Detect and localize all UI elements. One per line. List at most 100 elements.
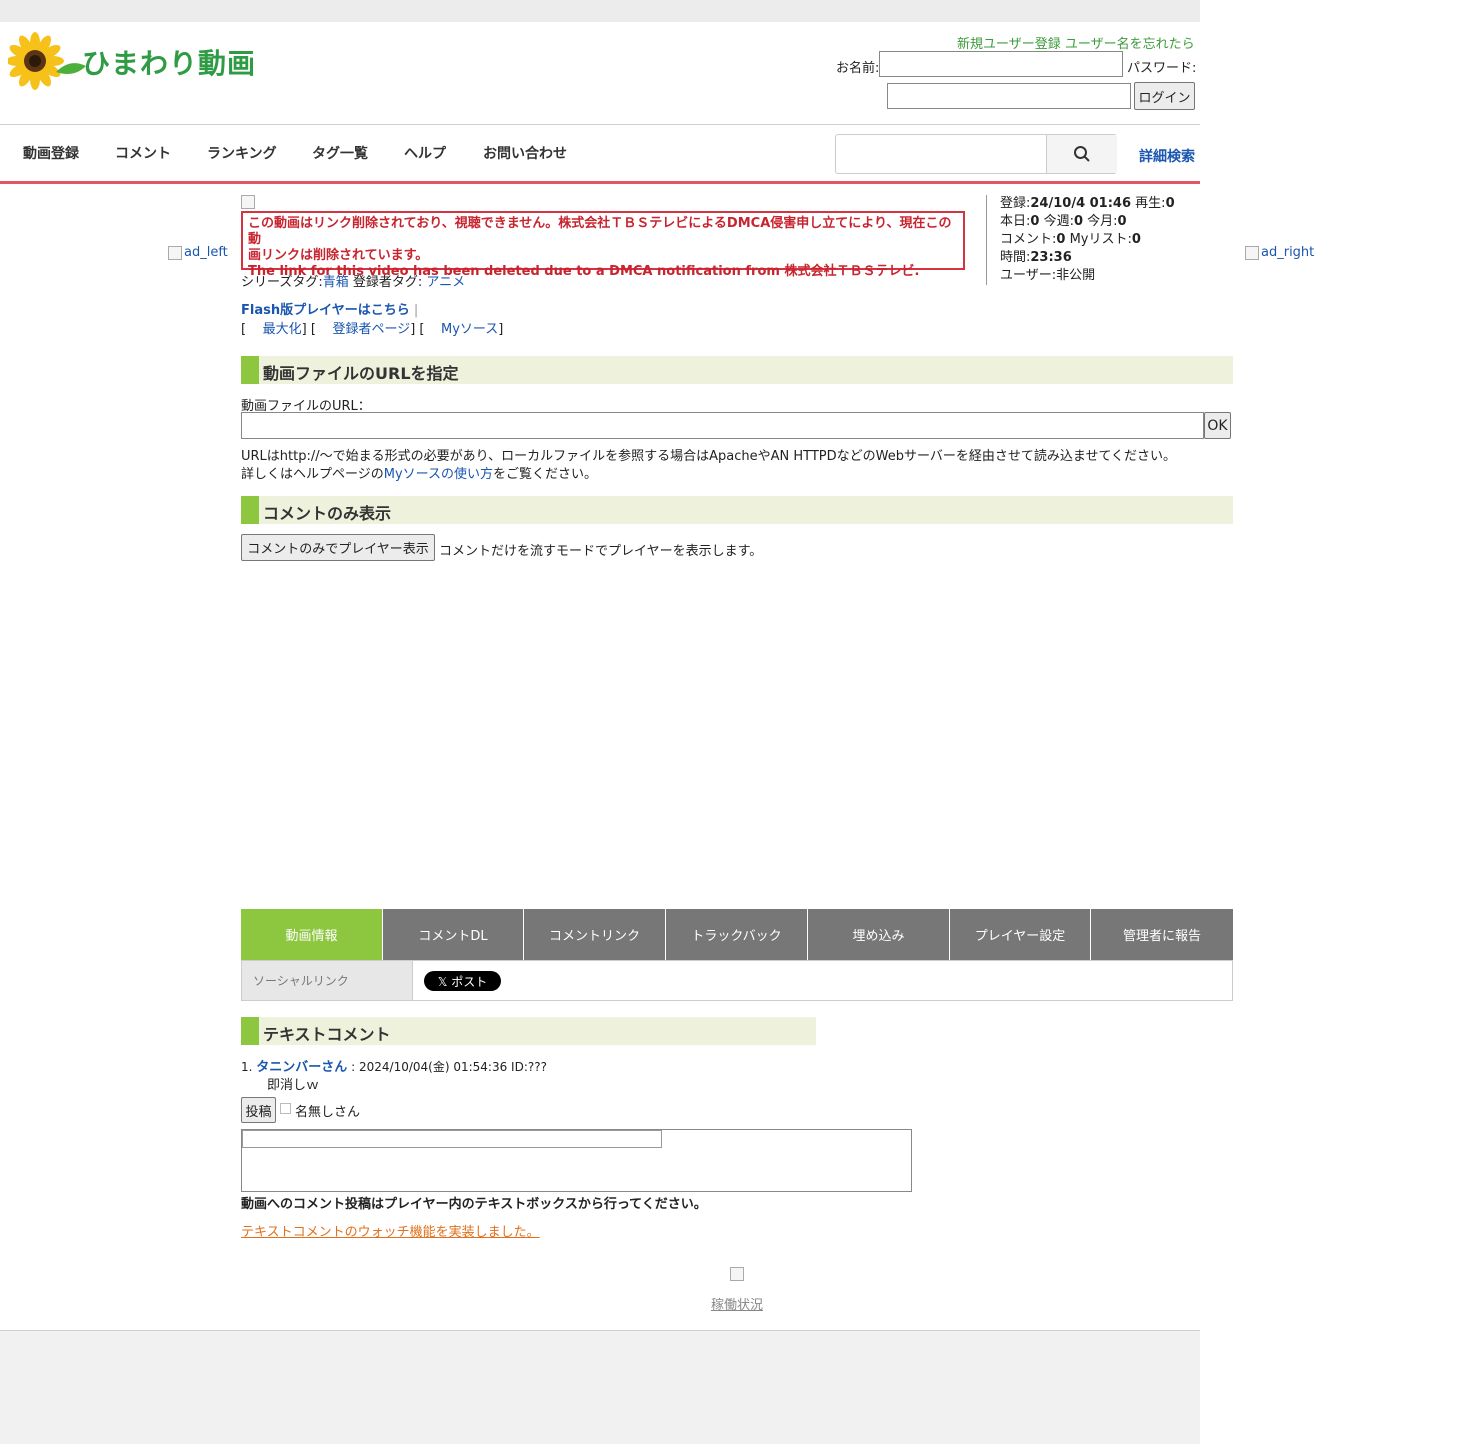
tab-report[interactable]: 管理者に報告 xyxy=(1091,909,1233,960)
thumbnail-broken-image-icon xyxy=(241,195,255,209)
url-ok-button[interactable]: OK xyxy=(1204,412,1231,439)
comment-only-player-button[interactable]: コメントのみでプレイヤー表示 xyxy=(241,534,435,561)
header-links: 新規ユーザー登録 ユーザー名を忘れたら xyxy=(957,33,1195,52)
maximize-link[interactable]: 最大化 xyxy=(263,322,302,337)
comment-author-link[interactable]: タニンバーさん xyxy=(256,1060,347,1075)
text-comments-header: テキストコメント xyxy=(241,1017,816,1045)
tab-comment-link[interactable]: コメントリンク xyxy=(524,909,666,960)
info-tabs: 動画情報 コメントDL コメントリンク トラックバック 埋め込み プレイヤー設定… xyxy=(241,909,1233,960)
tab-comment-dl[interactable]: コメントDL xyxy=(383,909,524,960)
registrant-tag-link[interactable]: アニメ xyxy=(426,275,465,290)
search-icon xyxy=(1074,146,1090,162)
player-links-row: [ 最大化] [ 登録者ページ] [ Myソース] xyxy=(241,322,504,337)
duration-value: 23:36 xyxy=(1030,250,1072,265)
top-gray-band xyxy=(0,0,1200,22)
uploader-page-link[interactable]: 登録者ページ xyxy=(332,322,410,337)
post-comment-button[interactable]: 投稿 xyxy=(241,1097,276,1123)
footer xyxy=(0,1331,1200,1444)
url-help-2-suffix: をご覧ください。 xyxy=(493,467,598,482)
nav-item-help[interactable]: ヘルプ xyxy=(404,143,446,163)
nav-item-tags[interactable]: タグ一覧 xyxy=(312,143,368,163)
site-logo[interactable]: ひまわり動画 xyxy=(6,32,258,90)
comment-body: 即消しｗ xyxy=(267,1078,320,1093)
url-help-1: URLはhttp://〜で始まる形式の必要があり、ローカルファイルを参照する場合… xyxy=(241,449,1177,464)
username-input[interactable] xyxy=(879,51,1123,77)
comment-name-input[interactable] xyxy=(242,1130,662,1148)
nav-item-upload[interactable]: 動画登録 xyxy=(23,143,79,163)
logo-text: ひまわり動画 xyxy=(82,47,257,80)
user-label: ユーザー:非公開 xyxy=(1000,268,1096,283)
month-label: 今月: xyxy=(1087,214,1118,229)
video-stats: 登録:24/10/4 01:46 再生:0 本日:0 今週:0 今月:0 コメン… xyxy=(986,195,1200,285)
registered-label: 登録: xyxy=(1000,196,1031,211)
month-value: 0 xyxy=(1117,214,1127,229)
duration-label: 時間: xyxy=(1000,250,1031,265)
ad-left-alt: ad_left xyxy=(184,245,228,260)
url-help-2-prefix: 詳しくはヘルプページの xyxy=(241,467,384,482)
comment-item: 1. タニンバーさん : 2024/10/04(金) 01:54:36 ID:?… xyxy=(241,1056,547,1075)
password-input[interactable] xyxy=(887,83,1131,109)
forgot-username-link[interactable]: ユーザー名を忘れたら xyxy=(1065,37,1195,52)
notice-line-1: この動画はリンク削除されており、視聴できません。株式会社ＴＢＳテレビによるDMC… xyxy=(248,216,952,247)
mylist-value: 0 xyxy=(1131,232,1141,247)
my-source-howto-link[interactable]: Myソースの使い方 xyxy=(384,467,493,482)
series-tag-link[interactable]: 青箱 xyxy=(323,275,349,290)
flash-player-link[interactable]: Flash版プレイヤーはこちら xyxy=(241,303,410,318)
url-section-header: 動画ファイルのURLを指定 xyxy=(241,356,1233,384)
today-value: 0 xyxy=(1030,214,1040,229)
ad-right-alt: ad_right xyxy=(1261,245,1315,260)
my-source-link[interactable]: Myソース xyxy=(441,322,498,337)
search-button[interactable] xyxy=(1046,135,1117,173)
tags-row: シリーズタグ:青箱 登録者タグ: アニメ xyxy=(241,271,465,290)
tab-video-info[interactable]: 動画情報 xyxy=(241,909,383,960)
video-url-input[interactable] xyxy=(241,412,1204,439)
watch-feature-link[interactable]: テキストコメントのウォッチ機能を実装しました。 xyxy=(241,1221,540,1240)
notice-line-2: 画リンクは削除されています。 xyxy=(248,248,429,263)
sunflower-icon xyxy=(6,32,86,90)
comment-meta: : 2024/10/04(金) 01:54:36 ID:??? xyxy=(351,1060,547,1074)
login-button[interactable]: ログイン xyxy=(1134,82,1195,110)
nav-item-ranking[interactable]: ランキング xyxy=(207,143,277,163)
tab-trackback[interactable]: トラックバック xyxy=(666,909,808,960)
url-help-2: 詳しくはヘルプページのMyソースの使い方をご覧ください。 xyxy=(241,463,597,482)
dmca-notice: この動画はリンク削除されており、視聴できません。株式会社ＴＢＳテレビによるDMC… xyxy=(241,211,965,279)
comment-only-title: コメントのみ表示 xyxy=(263,504,392,523)
nav-underline xyxy=(0,181,1200,184)
broken-image-icon xyxy=(1245,245,1259,260)
tab-embed[interactable]: 埋め込み xyxy=(808,909,950,960)
nav-item-contact[interactable]: お問い合わせ xyxy=(483,143,567,163)
advanced-search-link[interactable]: 詳細検索 xyxy=(1139,146,1195,166)
ad-right[interactable]: ad_right xyxy=(1245,245,1314,260)
series-tag-label: シリーズタグ: xyxy=(241,275,323,290)
text-comments-title: テキストコメント xyxy=(263,1025,391,1044)
week-value: 0 xyxy=(1073,214,1084,229)
section-accent-bar xyxy=(241,1017,259,1045)
plays-label: 再生: xyxy=(1135,196,1166,211)
broken-image-icon xyxy=(168,245,182,260)
comments-label: コメント: xyxy=(1000,232,1057,247)
section-accent-bar xyxy=(241,356,259,384)
registered-value: 24/10/4 01:46 xyxy=(1030,196,1132,211)
separator: | xyxy=(413,303,419,318)
x-post-button[interactable]: 𝕏 ポスト xyxy=(424,971,501,991)
anonymous-checkbox[interactable] xyxy=(280,1103,291,1114)
comment-number: 1. xyxy=(241,1060,253,1074)
anonymous-label: 名無しさん xyxy=(295,1105,361,1120)
status-link[interactable]: 稼働状況 xyxy=(711,1294,763,1313)
url-section-title: 動画ファイルのURLを指定 xyxy=(263,364,459,383)
comment-only-desc: コメントだけを流すモードでプレイヤーを表示します。 xyxy=(439,544,763,559)
today-label: 本日: xyxy=(1000,214,1031,229)
register-link[interactable]: 新規ユーザー登録 xyxy=(957,37,1061,52)
password-label: パスワード: xyxy=(1127,61,1197,76)
comments-value: 0 xyxy=(1056,232,1066,247)
registrant-tag-label: 登録者タグ: xyxy=(352,275,423,290)
mylist-label: Myリスト: xyxy=(1069,232,1132,247)
social-links-row: ソーシャルリンク 𝕏 ポスト xyxy=(241,960,1233,1001)
social-links-label: ソーシャルリンク xyxy=(242,961,413,1000)
flash-player-row: Flash版プレイヤーはこちら | xyxy=(241,299,418,318)
ad-left[interactable]: ad_left xyxy=(168,245,228,260)
tab-player-settings[interactable]: プレイヤー設定 xyxy=(950,909,1091,960)
week-label: 今週: xyxy=(1043,214,1074,229)
nav-item-comments[interactable]: コメント xyxy=(115,143,171,163)
comment-only-section-header: コメントのみ表示 xyxy=(241,496,1233,524)
